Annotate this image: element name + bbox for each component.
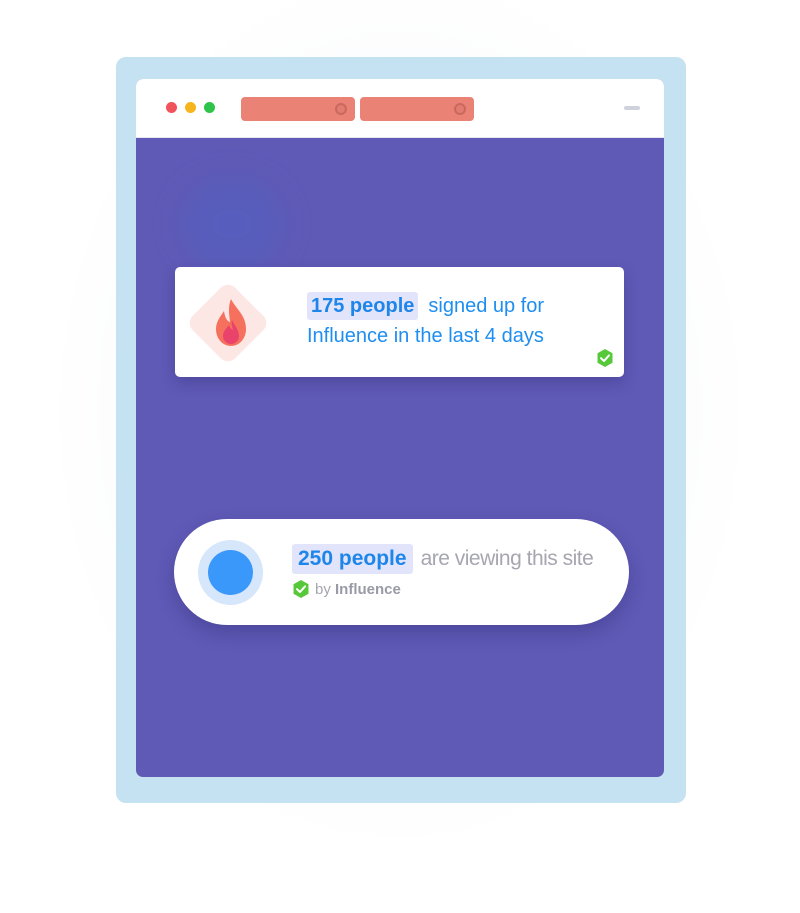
tab-close-icon[interactable]	[335, 103, 347, 115]
signup-count-highlight: 175 people	[307, 292, 419, 320]
browser-tab-2[interactable]	[360, 97, 474, 121]
verified-check-icon	[597, 349, 613, 367]
viewing-notification-card[interactable]: 250 people are viewing this site by Influ…	[174, 519, 629, 625]
browser-tab-1[interactable]	[241, 97, 355, 121]
brand-name[interactable]: Influence	[335, 581, 401, 598]
signup-notification-card[interactable]: 175 people signed up for Influence in the…	[175, 267, 624, 377]
tab-close-icon[interactable]	[454, 103, 466, 115]
viewing-message-text: are viewing this site	[420, 547, 594, 570]
signup-message: 175 people signed up for Influence in the…	[307, 291, 607, 351]
maximize-window-dot[interactable]	[204, 102, 215, 113]
by-prefix: by	[315, 581, 331, 598]
window-menu-icon[interactable]	[624, 106, 640, 110]
illustration-stage: 175 people signed up for Influence in the…	[0, 0, 800, 913]
pulse-dot-icon	[208, 550, 253, 595]
minimize-window-dot[interactable]	[185, 102, 196, 113]
fire-icon	[216, 299, 246, 346]
viewing-count-highlight: 250 people	[292, 544, 413, 574]
browser-titlebar	[136, 79, 664, 138]
close-window-dot[interactable]	[166, 102, 177, 113]
viewing-message: 250 people are viewing this site	[292, 544, 594, 574]
background-glow	[182, 179, 282, 269]
browser-window	[136, 79, 664, 777]
verified-check-icon	[293, 580, 309, 599]
attribution: by Influence	[292, 579, 401, 601]
